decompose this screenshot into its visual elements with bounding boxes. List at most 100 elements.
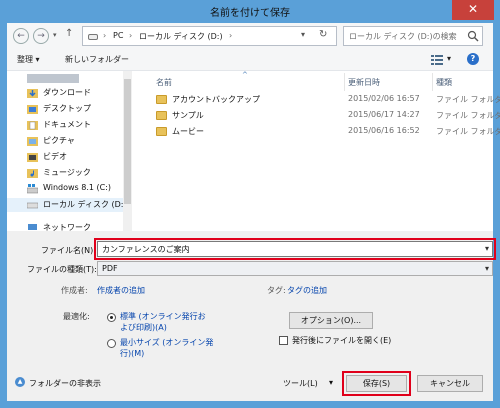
scrollbar-thumb[interactable] bbox=[124, 79, 131, 204]
nav-item-videos[interactable]: ビデオ bbox=[27, 150, 131, 164]
column-divider[interactable] bbox=[432, 73, 433, 91]
back-arrow-icon[interactable]: ← bbox=[13, 28, 29, 44]
file-type: ファイル フォルダー bbox=[436, 111, 500, 120]
file-name: サンプル bbox=[172, 111, 204, 120]
file-row[interactable]: サンプル 2015/06/17 14:27 ファイル フォルダー bbox=[132, 109, 500, 123]
file-date: 2015/06/17 14:27 bbox=[348, 110, 420, 119]
nav-item-downloads[interactable]: ダウンロード bbox=[27, 86, 131, 100]
folder-icon bbox=[156, 127, 167, 136]
search-placeholder: ローカル ディスク (D:)の検索 bbox=[349, 32, 457, 41]
music-folder-icon bbox=[27, 169, 38, 178]
nav-item-desktop[interactable]: デスクトップ bbox=[27, 102, 131, 116]
chevron-up-icon[interactable]: ▲ bbox=[15, 377, 25, 387]
cancel-button[interactable]: キャンセル bbox=[417, 375, 483, 392]
filetype-select[interactable]: PDF ▾ bbox=[97, 261, 493, 276]
nav-item-documents[interactable]: ドキュメント bbox=[27, 118, 131, 132]
opt-standard-line2[interactable]: よび印刷)(A) bbox=[120, 322, 167, 333]
file-list: ^ 名前 更新日時 種類 アカウントバックアップ 2015/02/06 16:5… bbox=[132, 71, 500, 231]
file-date: 2015/02/06 16:57 bbox=[348, 94, 420, 103]
column-header-name[interactable]: 名前 bbox=[156, 77, 172, 88]
search-icon[interactable] bbox=[467, 30, 479, 42]
organize-menu[interactable]: 整理 ▾ bbox=[17, 54, 40, 65]
windows-drive-icon bbox=[27, 184, 38, 194]
file-name: ムービー bbox=[172, 127, 204, 136]
column-header-date[interactable]: 更新日時 bbox=[348, 77, 380, 88]
refresh-icon[interactable]: ↻ bbox=[319, 29, 327, 40]
add-tag-link[interactable]: タグの追加 bbox=[287, 285, 327, 296]
file-row[interactable]: アカウントバックアップ 2015/02/06 16:57 ファイル フォルダー bbox=[132, 93, 500, 107]
add-author-link[interactable]: 作成者の追加 bbox=[97, 285, 145, 296]
tools-menu[interactable]: ツール(L) bbox=[283, 378, 318, 389]
nav-item-label: ネットワーク bbox=[43, 223, 91, 231]
recent-dropdown-icon[interactable]: ▾ bbox=[53, 31, 57, 39]
pictures-folder-icon bbox=[27, 137, 38, 146]
blurred-user-item bbox=[27, 74, 79, 83]
tags-label: タグ: bbox=[267, 286, 286, 295]
nav-item-label: ビデオ bbox=[43, 152, 67, 161]
opt-min-line1[interactable]: 最小サイズ (オンライン発 bbox=[120, 337, 213, 348]
forward-arrow-icon[interactable]: → bbox=[33, 28, 49, 44]
folder-icon bbox=[156, 111, 167, 120]
new-folder-button[interactable]: 新しいフォルダー bbox=[65, 54, 129, 65]
command-bar: 整理 ▾ 新しいフォルダー ▾ ? bbox=[7, 49, 493, 71]
nav-item-music[interactable]: ミュージック bbox=[27, 166, 131, 180]
nav-item-label: Windows 8.1 (C:) bbox=[43, 183, 112, 192]
dialog-client: ← → ▾ ↑ › PC › ローカル ディスク (D:) › ▾ ↻ ローカル… bbox=[7, 23, 500, 401]
file-row[interactable]: ムービー 2015/06/16 16:52 ファイル フォルダー bbox=[132, 125, 500, 139]
file-type: ファイル フォルダー bbox=[436, 127, 500, 136]
filetype-label: ファイルの種類(T): bbox=[27, 265, 97, 274]
help-icon[interactable]: ? bbox=[467, 53, 479, 65]
nav-item-label: ピクチャ bbox=[43, 136, 75, 145]
network-icon bbox=[28, 224, 37, 230]
filetype-value: PDF bbox=[102, 264, 118, 273]
nav-item-windows-drive[interactable]: Windows 8.1 (C:) bbox=[27, 182, 131, 196]
open-after-publish-label[interactable]: 発行後にファイルを開く(E) bbox=[292, 335, 391, 346]
view-dropdown-icon[interactable]: ▾ bbox=[447, 54, 451, 63]
breadcrumb-pc[interactable]: PC bbox=[113, 31, 123, 40]
chevron-down-icon: ▾ bbox=[484, 264, 489, 273]
column-divider[interactable] bbox=[344, 73, 345, 91]
filename-label: ファイル名(N): bbox=[41, 246, 96, 255]
hide-folders-button[interactable]: フォルダーの非表示 bbox=[29, 378, 101, 389]
save-form: ファイル名(N): カンファレンスのご案内 ▾ ファイルの種類(T): PDF … bbox=[7, 231, 496, 401]
column-header-type[interactable]: 種類 bbox=[436, 77, 452, 88]
file-date: 2015/06/16 16:52 bbox=[348, 126, 420, 135]
desktop-folder-icon bbox=[27, 105, 38, 114]
sort-up-icon: ^ bbox=[242, 71, 248, 79]
address-row: ← → ▾ ↑ › PC › ローカル ディスク (D:) › ▾ ↻ ローカル… bbox=[7, 23, 493, 49]
options-button[interactable]: オプション(O)... bbox=[289, 312, 373, 329]
radio-minimum-size[interactable] bbox=[107, 339, 116, 348]
save-as-dialog: 名前を付けて保存 ✕ ← → ▾ ↑ › PC › ローカル ディスク (D:)… bbox=[0, 0, 500, 408]
view-options-icon[interactable] bbox=[431, 55, 443, 65]
chevron-down-icon[interactable]: ▾ bbox=[329, 378, 333, 387]
nav-scrollbar[interactable] bbox=[123, 71, 132, 231]
radio-dot bbox=[110, 316, 113, 319]
nav-item-label: ミュージック bbox=[43, 168, 91, 177]
title-bar: 名前を付けて保存 ✕ bbox=[0, 0, 500, 22]
file-type: ファイル フォルダー bbox=[436, 95, 500, 104]
breadcrumb-separator-icon: › bbox=[229, 31, 233, 40]
nav-item-label: ダウンロード bbox=[43, 88, 91, 97]
optimize-label: 最適化: bbox=[63, 312, 90, 321]
nav-item-label: デスクトップ bbox=[43, 104, 91, 113]
videos-folder-icon bbox=[27, 153, 38, 162]
breadcrumb-drive[interactable]: ローカル ディスク (D:) bbox=[139, 31, 223, 42]
radio-standard[interactable] bbox=[107, 313, 116, 322]
address-bar[interactable]: › PC › ローカル ディスク (D:) › ▾ ↻ bbox=[82, 26, 337, 46]
opt-min-line2[interactable]: 行)(M) bbox=[120, 348, 144, 359]
opt-standard-line1[interactable]: 標準 (オンライン発行お bbox=[120, 311, 206, 322]
nav-item-pictures[interactable]: ピクチャ bbox=[27, 134, 131, 148]
search-input[interactable]: ローカル ディスク (D:)の検索 bbox=[343, 26, 483, 46]
nav-item-network[interactable]: ネットワーク bbox=[27, 219, 131, 231]
file-name: アカウントバックアップ bbox=[172, 95, 260, 104]
nav-item-local-disk[interactable]: ローカル ディスク (D:) bbox=[7, 198, 127, 212]
nav-item-label: ローカル ディスク (D:) bbox=[43, 200, 127, 209]
filename-highlight bbox=[94, 238, 496, 260]
open-after-publish-checkbox[interactable] bbox=[279, 336, 288, 345]
address-dropdown-icon[interactable]: ▾ bbox=[301, 30, 305, 39]
up-arrow-icon[interactable]: ↑ bbox=[65, 28, 73, 39]
navigation-pane: ダウンロード デスクトップ ドキュメント ピクチャ ビデオ ミュージック Win… bbox=[7, 71, 132, 231]
folder-icon bbox=[156, 95, 167, 104]
download-folder-icon bbox=[27, 89, 38, 98]
close-button[interactable]: ✕ bbox=[452, 0, 494, 20]
